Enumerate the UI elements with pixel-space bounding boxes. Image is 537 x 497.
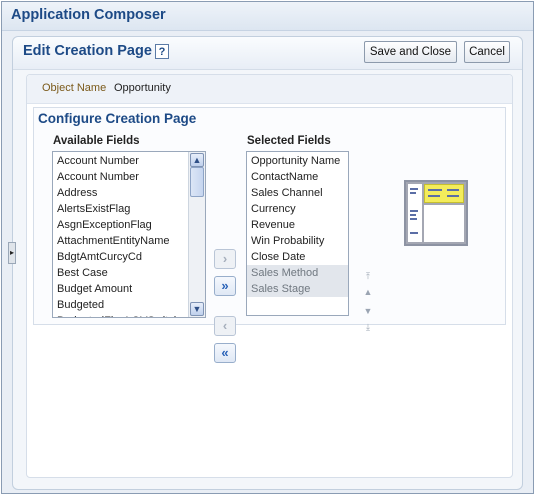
available-field-item[interactable]: Budget Amount xyxy=(53,281,187,297)
save-and-close-button[interactable]: Save and Close xyxy=(364,41,457,63)
preview-highlight-region xyxy=(424,184,464,203)
page-header: Edit Creation Page ? Save and Close Canc… xyxy=(13,37,522,70)
available-field-item[interactable]: Best Case xyxy=(53,265,187,281)
available-field-item[interactable]: Account Number xyxy=(53,169,187,185)
page-layout-preview-icon xyxy=(404,180,468,246)
preview-line xyxy=(410,218,417,220)
selected-field-item[interactable]: Sales Channel xyxy=(247,185,348,201)
preview-line xyxy=(428,195,440,197)
scroll-down-icon[interactable]: ▼ xyxy=(190,302,204,316)
selected-items: Opportunity Name ContactName Sales Channel… xyxy=(247,153,348,297)
help-icon[interactable]: ? xyxy=(155,44,169,59)
preview-line xyxy=(410,232,418,234)
available-field-item[interactable]: AsgnExceptionFlag xyxy=(53,217,187,233)
selected-field-item[interactable]: Sales Stage xyxy=(247,281,348,297)
preview-line xyxy=(428,189,442,191)
available-field-item[interactable]: Account Number xyxy=(53,153,187,169)
available-field-item[interactable]: BdgtAmtCurcyCd xyxy=(53,249,187,265)
selected-field-item[interactable]: Currency xyxy=(247,201,348,217)
title-bar: Application Composer xyxy=(2,2,533,31)
selected-field-item[interactable]: ContactName xyxy=(247,169,348,185)
preview-line xyxy=(410,188,418,190)
preview-line xyxy=(410,214,416,216)
available-field-item[interactable]: AlertsExistFlag xyxy=(53,201,187,217)
edit-creation-page-panel: Edit Creation Page ? Save and Close Canc… xyxy=(12,36,523,490)
preview-line xyxy=(410,192,416,194)
move-up-icon[interactable]: ▲ xyxy=(362,286,374,298)
available-field-item[interactable]: BudgetedFlagLOVSwitcher xyxy=(53,313,190,317)
move-bottom-icon[interactable]: ⤓ xyxy=(362,321,374,333)
configure-section: Configure Creation Page Available Fields… xyxy=(33,107,506,363)
available-field-item[interactable]: AttachmentEntityName xyxy=(53,233,187,249)
selected-field-item[interactable]: Win Probability xyxy=(247,233,348,249)
chevron-left-icon[interactable]: ‹ xyxy=(214,316,236,336)
preview-line xyxy=(447,195,459,197)
collapse-handle-icon[interactable]: ▸ xyxy=(8,242,16,264)
page-title: Edit Creation Page xyxy=(23,43,152,59)
available-field-item[interactable]: Budgeted xyxy=(53,297,187,313)
application-composer-window: Application Composer Edit Creation Page … xyxy=(1,1,534,494)
selected-fields-header: Selected Fields xyxy=(247,135,331,147)
available-items: Account Number Account Number Address Alert… xyxy=(53,153,190,317)
content-panel: Object Name Opportunity Configure Creati… xyxy=(26,74,513,478)
cancel-button[interactable]: Cancel xyxy=(464,41,510,63)
preview-left-column xyxy=(408,184,422,242)
available-fields-list[interactable]: Account Number Account Number Address Alert… xyxy=(52,151,206,318)
chevron-right-icon[interactable]: › xyxy=(214,249,236,269)
object-name-value: Opportunity xyxy=(114,82,171,94)
available-field-item[interactable]: Address xyxy=(53,185,187,201)
preview-lower-region xyxy=(424,205,464,242)
preview-line xyxy=(447,189,459,191)
configure-title: Configure Creation Page xyxy=(38,111,197,126)
double-chevron-right-icon[interactable]: » xyxy=(214,276,236,296)
selected-field-item[interactable]: Opportunity Name xyxy=(247,153,348,169)
available-scrollbar[interactable]: ▲ ▼ xyxy=(188,152,205,317)
save-and-close-label: Save and Close xyxy=(369,46,452,58)
move-top-icon[interactable]: ⤒ xyxy=(362,270,374,282)
selected-field-item[interactable]: Sales Method xyxy=(247,265,348,281)
selected-field-item[interactable]: Revenue xyxy=(247,217,348,233)
object-name-label: Object Name xyxy=(42,82,107,94)
selected-fields-list[interactable]: Opportunity Name ContactName Sales Channel… xyxy=(246,151,349,316)
preview-line xyxy=(410,210,418,212)
scroll-thumb[interactable] xyxy=(190,167,204,197)
available-fields-header: Available Fields xyxy=(53,135,140,147)
double-chevron-left-icon[interactable]: « xyxy=(214,343,236,363)
move-down-icon[interactable]: ▼ xyxy=(362,305,374,317)
cancel-label: Cancel xyxy=(469,46,505,58)
scroll-up-icon[interactable]: ▲ xyxy=(190,153,204,167)
selected-field-item[interactable]: Close Date xyxy=(247,249,348,265)
app-title: Application Composer xyxy=(11,7,166,23)
object-name-row: Object Name Opportunity xyxy=(27,75,512,104)
